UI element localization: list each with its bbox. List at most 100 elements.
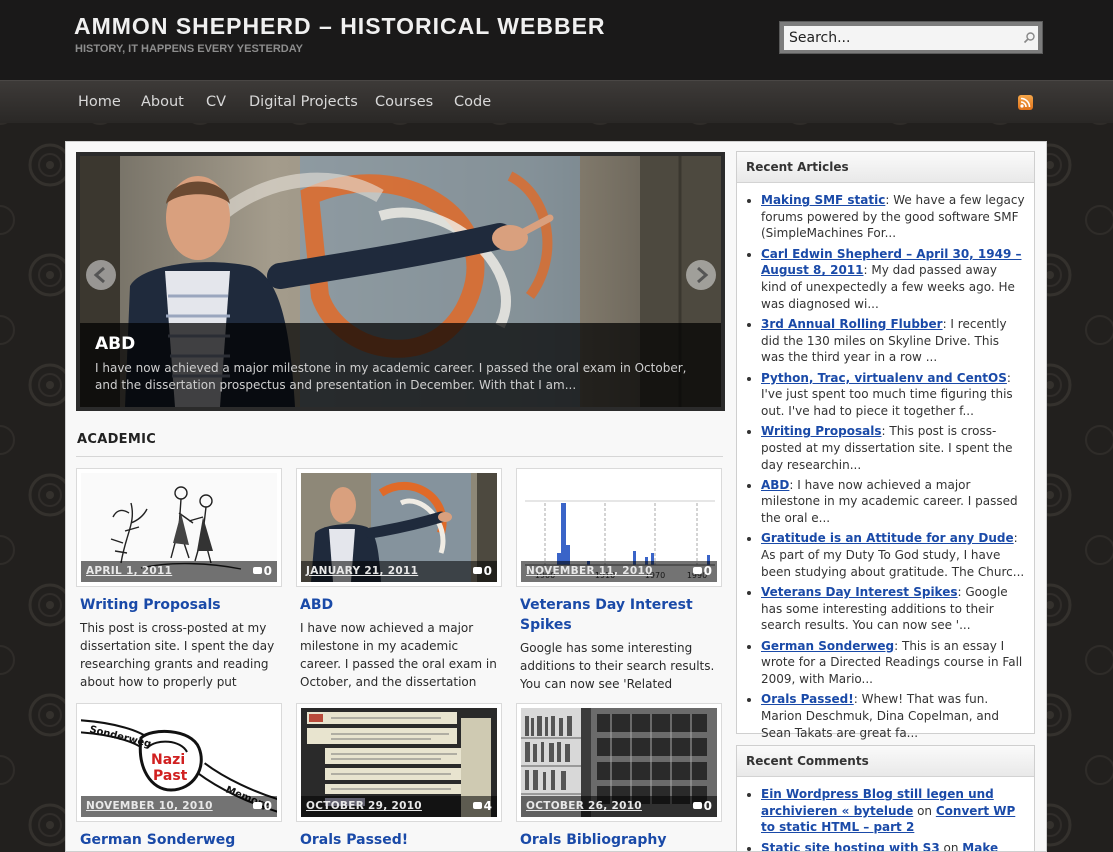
thumbnail-meta-bar: APRIL 1, 2011 0 xyxy=(81,561,277,582)
comment-count-value: 0 xyxy=(263,799,272,813)
post-title[interactable]: Orals Passed! xyxy=(300,830,500,850)
post-date[interactable]: OCTOBER 29, 2010 xyxy=(306,800,422,812)
widget-header: Recent Comments xyxy=(737,746,1034,777)
post-excerpt: I have now achieved a major milestone in… xyxy=(300,621,497,689)
article-link[interactable]: Orals Passed! xyxy=(761,692,854,706)
article-link[interactable]: 3rd Annual Rolling Flubber xyxy=(761,317,943,331)
article-link[interactable]: Python, Trac, virtualenv and CentOS xyxy=(761,371,1007,385)
featured-slider: ABD I have now achieved a major mileston… xyxy=(76,152,725,411)
thumbnail-meta-bar: JANUARY 21, 2011 0 xyxy=(301,561,497,582)
post-excerpt: This post is cross-posted at my disserta… xyxy=(80,621,275,689)
main-nav: Home About CV Digital Projects Courses C… xyxy=(0,80,1113,123)
comment-count-value: 0 xyxy=(263,564,272,578)
widget-title: Recent Comments xyxy=(746,754,869,768)
thumbnail-meta-bar: OCTOBER 26, 2010 0 xyxy=(521,796,717,817)
nav-about[interactable]: About xyxy=(141,94,184,110)
article-link[interactable]: Gratitude is an Attitude for any Dude xyxy=(761,531,1014,545)
article-item: Making SMF static: We have a few legacy … xyxy=(761,192,1026,242)
section-title: ACADEMIC xyxy=(77,432,157,447)
post-thumbnail[interactable]: OCTOBER 26, 2010 0 xyxy=(516,703,722,822)
article-link[interactable]: Veterans Day Interest Spikes xyxy=(761,585,958,599)
post-thumbnail[interactable]: 1900 1910 1970 1990 NOVEMBER 11, 2010 0 xyxy=(516,468,722,587)
comment-author-link[interactable]: Static site hosting with S3 xyxy=(761,841,940,851)
comment-icon xyxy=(252,802,262,809)
post-title[interactable]: Veterans Day Interest Spikes xyxy=(520,595,720,635)
article-item: Gratitude is an Attitude for any Dude: A… xyxy=(761,530,1026,580)
comment-item: Static site hosting with S3 on Make xyxy=(761,840,1026,852)
post-thumbnail[interactable]: Sonderweg Nazi Past Memory NOVEMBER 10, … xyxy=(76,703,282,822)
post-thumbnail[interactable]: APRIL 1, 2011 0 xyxy=(76,468,282,587)
search-box xyxy=(779,21,1043,54)
slider-prev-button[interactable] xyxy=(86,260,116,290)
comment-on-text: on xyxy=(917,803,933,818)
comment-count[interactable]: 0 xyxy=(692,564,712,578)
post-title[interactable]: Orals Bibliography xyxy=(520,830,720,850)
comment-icon xyxy=(692,802,702,809)
section-divider xyxy=(76,456,723,457)
comment-icon xyxy=(472,802,482,809)
sonderweg-text: Nazi xyxy=(151,752,185,768)
comment-count[interactable]: 0 xyxy=(472,564,492,578)
article-item: Python, Trac, virtualenv and CentOS: I'v… xyxy=(761,370,1026,420)
post-title[interactable]: ABD xyxy=(300,595,500,615)
post-thumbnail[interactable]: OCTOBER 29, 2010 4 xyxy=(296,703,502,822)
site-title[interactable]: AMMON SHEPHERD – HISTORICAL WEBBER xyxy=(74,13,606,40)
article-link[interactable]: Writing Proposals xyxy=(761,424,882,438)
article-item: German Sonderweg: This is an essay I wro… xyxy=(761,638,1026,688)
article-link[interactable]: ABD xyxy=(761,478,789,492)
nav-courses[interactable]: Courses xyxy=(375,94,433,110)
comment-icon xyxy=(472,567,482,574)
article-item: Writing Proposals: This post is cross-po… xyxy=(761,423,1026,473)
comment-icon xyxy=(692,567,702,574)
comment-count-value: 4 xyxy=(483,799,492,813)
comment-post-link[interactable]: Make xyxy=(962,841,998,851)
comment-count[interactable]: 0 xyxy=(692,799,712,813)
article-item: Veterans Day Interest Spikes: Google has… xyxy=(761,584,1026,634)
comment-on-text: on xyxy=(943,840,959,852)
slide-title[interactable]: ABD xyxy=(95,334,135,354)
nav-home[interactable]: Home xyxy=(78,94,121,110)
post-title[interactable]: German Sonderweg xyxy=(80,830,280,850)
slider-next-button[interactable] xyxy=(686,260,716,290)
rss-icon[interactable] xyxy=(1018,95,1033,110)
thumbnail-meta-bar: NOVEMBER 10, 2010 0 xyxy=(81,796,277,817)
article-item: ABD: I have now achieved a major milesto… xyxy=(761,477,1026,527)
nav-digital-projects[interactable]: Digital Projects xyxy=(249,94,358,110)
post-date[interactable]: OCTOBER 26, 2010 xyxy=(526,800,642,812)
article-item: Orals Passed!: Whew! That was fun. Mario… xyxy=(761,691,1026,741)
content-area: ABD I have now achieved a major mileston… xyxy=(65,141,1047,852)
slide-excerpt: I have now achieved a major milestone in… xyxy=(95,361,687,392)
search-input[interactable] xyxy=(784,26,1038,50)
post-date[interactable]: NOVEMBER 10, 2010 xyxy=(86,800,213,812)
comment-item: Ein Wordpress Blog still legen und archi… xyxy=(761,786,1026,836)
widget-header: Recent Articles xyxy=(737,152,1034,183)
chevron-left-icon xyxy=(93,266,105,284)
article-link[interactable]: German Sonderweg xyxy=(761,639,894,653)
comment-count[interactable]: 4 xyxy=(472,799,492,813)
comment-count[interactable]: 0 xyxy=(252,564,272,578)
post-date[interactable]: APRIL 1, 2011 xyxy=(86,565,172,577)
comment-count-value: 0 xyxy=(703,799,712,813)
nav-code[interactable]: Code xyxy=(454,94,491,110)
post-date[interactable]: NOVEMBER 11, 2010 xyxy=(526,565,653,577)
comment-count-value: 0 xyxy=(483,564,492,578)
thumbnail-meta-bar: NOVEMBER 11, 2010 0 xyxy=(521,561,717,582)
article-link[interactable]: Making SMF static xyxy=(761,193,885,207)
post-title[interactable]: Writing Proposals xyxy=(80,595,280,615)
site-header: AMMON SHEPHERD – HISTORICAL WEBBER HISTO… xyxy=(0,0,1113,80)
post-excerpt: Google has some interesting additions to… xyxy=(520,641,715,691)
search-icon[interactable] xyxy=(1021,30,1037,46)
post-date[interactable]: JANUARY 21, 2011 xyxy=(306,565,418,577)
widget-title: Recent Articles xyxy=(746,160,849,174)
recent-articles-widget: Recent Articles Making SMF static: We ha… xyxy=(736,151,1035,740)
post-thumbnail[interactable]: JANUARY 21, 2011 0 xyxy=(296,468,502,587)
recent-comments-widget: Recent Comments Ein Wordpress Blog still… xyxy=(736,745,1035,852)
thumbnail-meta-bar: OCTOBER 29, 2010 4 xyxy=(301,796,497,817)
article-item: 3rd Annual Rolling Flubber: I recently d… xyxy=(761,316,1026,366)
chevron-right-icon xyxy=(697,266,709,284)
comment-count[interactable]: 0 xyxy=(252,799,272,813)
nav-cv[interactable]: CV xyxy=(206,94,226,110)
comment-icon xyxy=(252,567,262,574)
comment-count-value: 0 xyxy=(703,564,712,578)
slide-caption: ABD I have now achieved a major mileston… xyxy=(80,323,721,407)
